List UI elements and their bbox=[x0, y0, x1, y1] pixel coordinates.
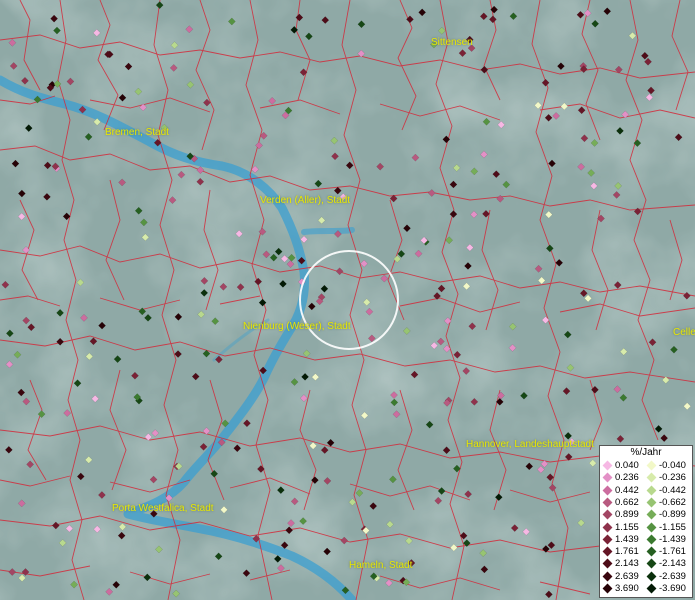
legend-label-negative: -1.439 bbox=[659, 533, 686, 545]
city-label-bremen: Bremen, Stadt bbox=[105, 127, 169, 138]
legend-swatch-positive bbox=[602, 497, 613, 508]
legend-label-negative: -0.236 bbox=[659, 472, 686, 484]
legend-swatch-positive bbox=[602, 546, 613, 557]
legend-row: 0.040 -0.040 bbox=[602, 460, 694, 472]
city-label-hameln: Hameln, Stadt bbox=[349, 560, 413, 571]
legend-row: 1.155 -1.155 bbox=[602, 522, 694, 534]
legend-label-positive: 1.761 bbox=[615, 546, 639, 558]
legend-label-negative: -2.143 bbox=[659, 558, 686, 570]
legend-swatch-negative bbox=[646, 522, 657, 532]
legend-swatch-positive bbox=[602, 472, 613, 483]
legend-row: 1.439 -1.439 bbox=[602, 534, 694, 546]
legend-swatch-negative bbox=[646, 546, 657, 557]
legend-row: 0.442 -0.442 bbox=[602, 485, 694, 497]
aller-river bbox=[301, 227, 355, 235]
legend-row: 0.236 -0.236 bbox=[602, 472, 694, 484]
legend-label-negative: -0.442 bbox=[659, 484, 686, 496]
legend-label-positive: 1.155 bbox=[615, 521, 639, 533]
legend-label-negative: -0.662 bbox=[659, 496, 686, 508]
map-canvas bbox=[0, 0, 695, 600]
legend-row: 0.662 -0.662 bbox=[602, 497, 694, 509]
legend-swatch-positive bbox=[602, 583, 613, 594]
legend-label-negative: -0.040 bbox=[659, 460, 686, 471]
legend-swatch-positive bbox=[602, 571, 613, 582]
legend-label-positive: 3.690 bbox=[615, 583, 639, 594]
city-label-porta-westfalica: Porta Westfalica, Stadt bbox=[112, 503, 214, 514]
legend-label-positive: 2.143 bbox=[615, 558, 639, 570]
legend-swatch-negative bbox=[646, 460, 657, 471]
legend-swatch-negative bbox=[646, 583, 657, 594]
legend-swatch-negative bbox=[646, 534, 657, 545]
legend-label-negative: -1.761 bbox=[659, 546, 686, 558]
city-label-hannover: Hannover, Landeshauptstadt bbox=[466, 439, 594, 450]
legend-label-positive: 2.639 bbox=[615, 570, 639, 582]
legend-label-positive: 0.899 bbox=[615, 509, 639, 521]
legend-label-positive: 0.236 bbox=[615, 472, 639, 484]
legend-label-positive: 0.442 bbox=[615, 484, 639, 496]
legend-label-positive: 0.662 bbox=[615, 496, 639, 508]
legend: %/Jahr 0.040 -0.040 0.236 -0.236 0.442 -0.442… bbox=[599, 445, 693, 598]
legend-label-negative: -0.899 bbox=[659, 509, 686, 521]
legend-swatch-positive bbox=[602, 509, 613, 520]
legend-label-negative: -3.690 bbox=[659, 583, 686, 594]
legend-row: 2.639 -2.639 bbox=[602, 571, 694, 583]
legend-swatch-positive bbox=[602, 485, 613, 496]
legend-swatch-negative bbox=[646, 472, 657, 483]
legend-row: 0.899 -0.899 bbox=[602, 509, 694, 521]
legend-label-positive: 1.439 bbox=[615, 533, 639, 545]
legend-label-negative: -1.155 bbox=[659, 521, 686, 533]
legend-title: %/Jahr bbox=[630, 447, 662, 458]
legend-swatch-negative bbox=[646, 571, 657, 582]
legend-swatch-positive bbox=[602, 534, 613, 545]
legend-swatch-positive bbox=[602, 522, 613, 532]
legend-swatch-positive bbox=[602, 460, 613, 471]
city-label-sittensen: Sittensen bbox=[431, 37, 473, 48]
legend-label-negative: -2.639 bbox=[659, 570, 686, 582]
legend-row: 1.761 -1.761 bbox=[602, 546, 694, 558]
legend-label-positive: 0.040 bbox=[615, 460, 639, 471]
legend-swatch-negative bbox=[646, 558, 657, 569]
map-view[interactable]: Sittensen Bremen, Stadt Verden (Aller), … bbox=[0, 0, 695, 600]
legend-swatch-negative bbox=[646, 497, 657, 508]
city-label-celle: Celle bbox=[673, 327, 695, 338]
legend-row: 3.690 -3.690 bbox=[602, 583, 694, 595]
city-label-verden: Verden (Aller), Stadt bbox=[260, 195, 351, 206]
legend-row: 2.143 -2.143 bbox=[602, 558, 694, 570]
legend-swatch-positive bbox=[602, 558, 613, 569]
legend-swatch-negative bbox=[646, 485, 657, 496]
city-label-nienburg: Nienburg (Weser), Stadt bbox=[243, 321, 351, 332]
legend-swatch-negative bbox=[646, 509, 657, 520]
